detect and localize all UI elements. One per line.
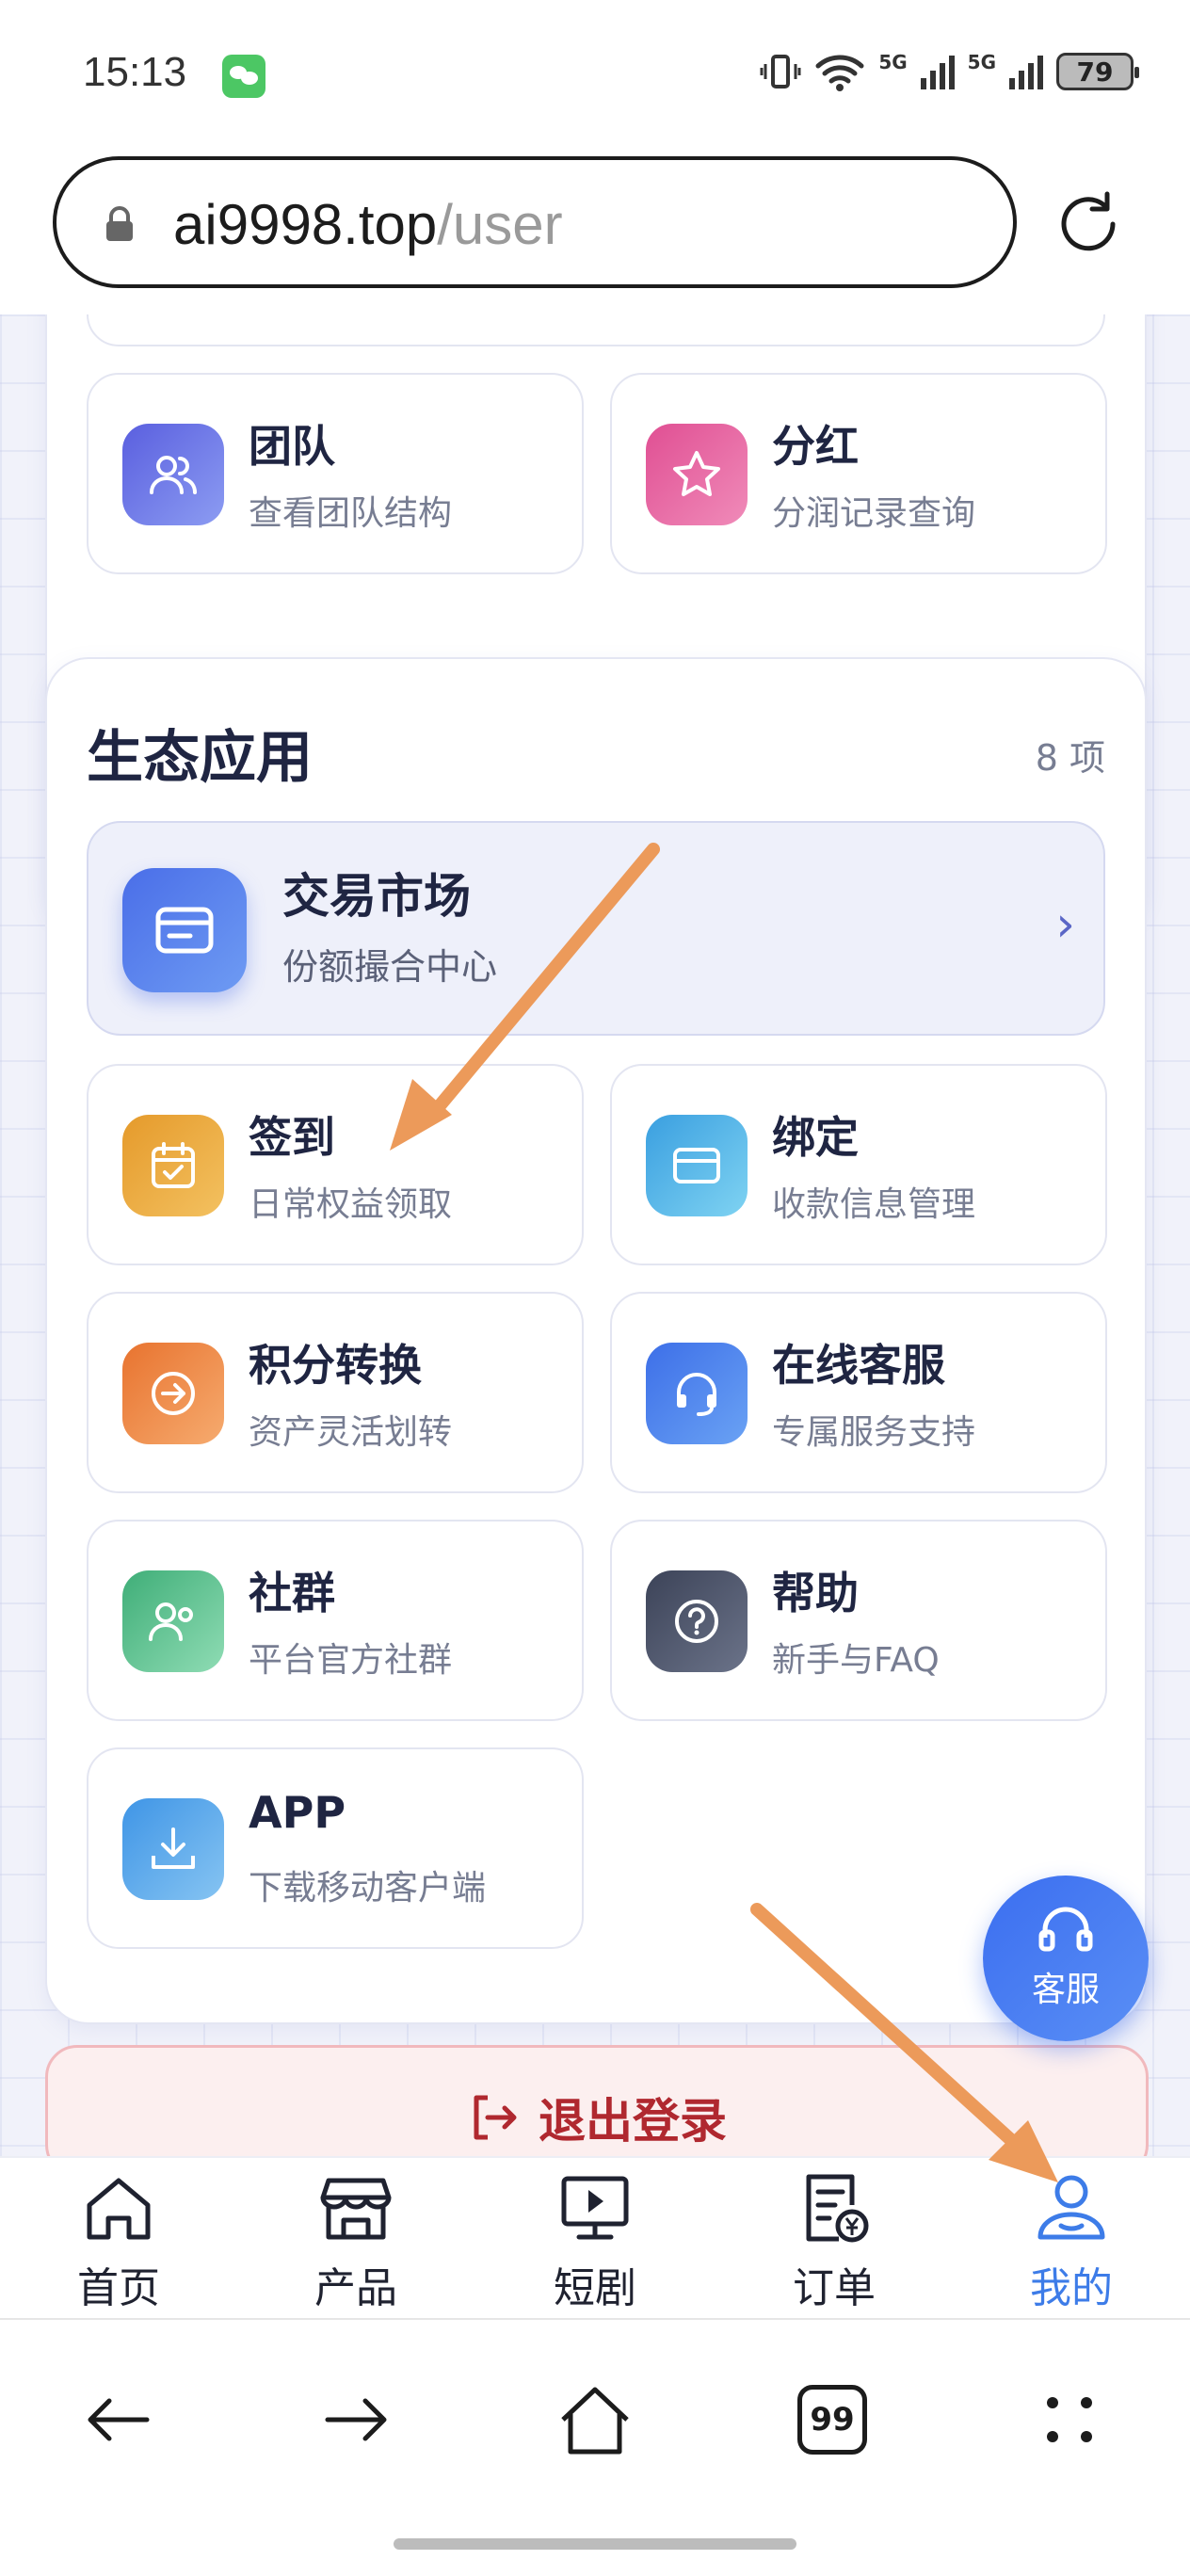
signal-2-bars bbox=[1009, 54, 1043, 89]
signal-2-label: 5G bbox=[967, 51, 996, 73]
logout-button[interactable]: 退出登录 bbox=[45, 2045, 1149, 2156]
address-bar[interactable]: ai9998.top/user bbox=[53, 156, 1017, 288]
calendar-check-icon bbox=[122, 1115, 224, 1216]
card-bind[interactable]: 绑定 收款信息管理 bbox=[610, 1064, 1107, 1265]
tab-home[interactable]: 首页 bbox=[24, 2156, 213, 2318]
card-dividend[interactable]: 分红 分润记录查询 bbox=[610, 373, 1107, 574]
status-time: 15:13 bbox=[83, 49, 187, 95]
headset-icon bbox=[646, 1343, 748, 1444]
download-icon bbox=[122, 1798, 224, 1900]
tab-label: 首页 bbox=[77, 2264, 160, 2312]
store-icon bbox=[320, 2178, 392, 2240]
tab-products[interactable]: 产品 bbox=[262, 2156, 450, 2318]
tab-label: 短剧 bbox=[554, 2264, 636, 2312]
card-title: 绑定 bbox=[772, 1112, 859, 1163]
card-subtitle: 资产灵活划转 bbox=[249, 1413, 453, 1452]
signal-1-bars bbox=[920, 54, 955, 89]
floating-support-button[interactable]: 客服 bbox=[983, 1876, 1149, 2041]
home-icon bbox=[87, 2178, 151, 2240]
battery-level: 79 bbox=[1076, 56, 1114, 88]
reload-icon[interactable] bbox=[1051, 186, 1126, 262]
card-online-support[interactable]: 在线客服 专属服务支持 bbox=[610, 1292, 1107, 1493]
market-title: 交易市场 bbox=[282, 869, 471, 924]
card-subtitle: 分润记录查询 bbox=[772, 494, 976, 533]
star-icon bbox=[646, 424, 748, 525]
logout-label: 退出登录 bbox=[539, 2094, 727, 2149]
menu-button[interactable] bbox=[1022, 2373, 1117, 2467]
order-icon bbox=[806, 2174, 869, 2243]
tab-orders[interactable]: 订单 bbox=[740, 2156, 928, 2318]
home-indicator bbox=[394, 2538, 796, 2550]
card-title: 分红 bbox=[772, 421, 859, 472]
forward-button[interactable] bbox=[309, 2373, 403, 2467]
card-title: 社群 bbox=[249, 1568, 335, 1618]
card-subtitle: 日常权益领取 bbox=[249, 1185, 453, 1224]
card-team[interactable]: 团队 查看团队结构 bbox=[87, 373, 584, 574]
users-icon bbox=[122, 424, 224, 525]
arrow-left-icon bbox=[88, 2398, 150, 2441]
tab-label: 我的 bbox=[1030, 2264, 1113, 2312]
wechat-notification-icon bbox=[222, 55, 265, 98]
card-subtitle: 新手与FAQ bbox=[772, 1641, 940, 1680]
wallet-icon bbox=[122, 868, 247, 992]
floating-support-label: 客服 bbox=[1031, 1971, 1100, 2009]
card-title: 签到 bbox=[249, 1112, 335, 1163]
headset-icon bbox=[1038, 1907, 1093, 1952]
back-button[interactable] bbox=[72, 2373, 166, 2467]
card-points-convert[interactable]: 积分转换 资产灵活划转 bbox=[87, 1292, 584, 1493]
account-panel-partial-item bbox=[87, 314, 1105, 346]
arrow-right-icon bbox=[325, 2398, 387, 2441]
battery-indicator: 79 bbox=[1056, 53, 1139, 90]
wifi-icon bbox=[815, 55, 864, 91]
tabs-count-box: 99 bbox=[797, 2385, 867, 2455]
signal-1-label: 5G bbox=[878, 51, 908, 73]
market-card[interactable]: 交易市场 份额撮合中心 › bbox=[87, 821, 1105, 1036]
tab-short-drama[interactable]: 短剧 bbox=[501, 2156, 689, 2318]
community-icon bbox=[122, 1570, 224, 1672]
card-title: 积分转换 bbox=[249, 1340, 422, 1391]
card-subtitle: 收款信息管理 bbox=[772, 1185, 976, 1224]
card-subtitle: 专属服务支持 bbox=[772, 1413, 976, 1452]
tabs-button[interactable]: 99 bbox=[785, 2373, 879, 2467]
card-subtitle: 查看团队结构 bbox=[249, 494, 453, 533]
section-title: 生态应用 bbox=[87, 725, 313, 791]
help-icon bbox=[646, 1570, 748, 1672]
card-app-download[interactable]: APP 下载移动客户端 bbox=[87, 1747, 584, 1949]
card-title: 帮助 bbox=[772, 1568, 859, 1618]
card-title: 在线客服 bbox=[772, 1340, 945, 1391]
url-text: ai9998.top/user bbox=[173, 192, 563, 257]
tab-profile[interactable]: 我的 bbox=[977, 2156, 1166, 2318]
home-outline-icon bbox=[561, 2387, 629, 2455]
chevron-right-icon: › bbox=[1055, 896, 1075, 953]
tab-label: 产品 bbox=[314, 2264, 397, 2312]
play-screen-icon bbox=[561, 2176, 629, 2240]
profile-icon bbox=[1037, 2175, 1105, 2240]
tab-label: 订单 bbox=[793, 2264, 876, 2312]
status-system-icons: 5G 5G 79 bbox=[760, 51, 1139, 92]
section-count: 8 项 bbox=[1035, 737, 1105, 779]
vibrate-icon bbox=[760, 55, 801, 89]
market-subtitle: 份额撮合中心 bbox=[282, 946, 498, 988]
card-help[interactable]: 帮助 新手与FAQ bbox=[610, 1520, 1107, 1721]
card-icon bbox=[646, 1115, 748, 1216]
card-checkin[interactable]: 签到 日常权益领取 bbox=[87, 1064, 584, 1265]
card-subtitle: 下载移动客户端 bbox=[249, 1869, 487, 1908]
tabs-count: 99 bbox=[810, 2401, 855, 2439]
page-content: 团队 查看团队结构 分红 分润记录查询 生态应用 8 项 交易市场 份额撮合中心… bbox=[0, 314, 1190, 2156]
card-subtitle: 平台官方社群 bbox=[249, 1641, 453, 1680]
logout-icon bbox=[474, 2095, 517, 2140]
status-bar: 15:13 5G 5G 79 bbox=[0, 0, 1190, 151]
card-community[interactable]: 社群 平台官方社群 bbox=[87, 1520, 584, 1721]
card-title: APP bbox=[249, 1787, 346, 1838]
lock-icon bbox=[106, 206, 133, 241]
url-path: /user bbox=[437, 193, 563, 256]
dots-grid-icon bbox=[1047, 2397, 1092, 2442]
browser-home-button[interactable] bbox=[548, 2373, 642, 2467]
arrow-circle-icon bbox=[122, 1343, 224, 1444]
url-host: ai9998.top bbox=[173, 193, 438, 256]
card-title: 团队 bbox=[249, 421, 335, 472]
